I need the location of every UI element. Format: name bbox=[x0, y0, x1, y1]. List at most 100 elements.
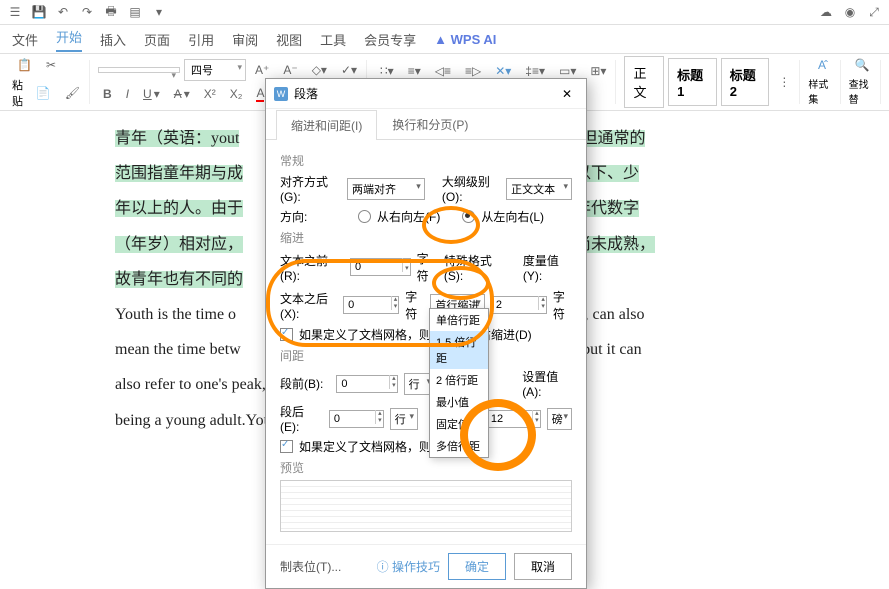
setvalue-label: 设置值(A): bbox=[522, 368, 572, 399]
tab-page[interactable]: 页面 bbox=[144, 30, 170, 49]
tab-view[interactable]: 视图 bbox=[276, 30, 302, 49]
italic-icon[interactable]: I bbox=[121, 84, 134, 104]
paragraph-dialog: W 段落 ✕ 缩进和间距(I) 换行和分页(P) 常规 对齐方式(G):两端对齐… bbox=[265, 78, 587, 589]
indent-after-input[interactable]: 0 bbox=[343, 296, 399, 314]
dropdown-option[interactable]: 单倍行距 bbox=[430, 309, 488, 331]
styleset-icon[interactable]: А̂ bbox=[818, 58, 826, 72]
cancel-button[interactable]: 取消 bbox=[514, 553, 572, 580]
align-label: 对齐方式(G): bbox=[280, 173, 341, 204]
tab-file[interactable]: 文件 bbox=[12, 30, 38, 49]
tabstop-button[interactable]: 制表位(T)... bbox=[280, 558, 341, 575]
outline-select[interactable]: 正文文本 bbox=[506, 178, 572, 200]
chars-unit: 字符 bbox=[417, 250, 438, 284]
tab-wpsai[interactable]: ▲ WPS AI bbox=[434, 32, 496, 47]
borders-icon[interactable]: ⊞▾ bbox=[585, 61, 611, 81]
preview-box bbox=[280, 480, 572, 532]
find-label: 查找替 bbox=[849, 76, 876, 106]
text-line: 故青年也有不同的 bbox=[115, 271, 243, 288]
lineheight-dropdown[interactable]: 单倍行距 1.5 倍行距 2 倍行距 最小值 固定值 多倍行距 bbox=[429, 308, 489, 458]
robot-icon[interactable]: ◉ bbox=[843, 5, 857, 19]
tab-ref[interactable]: 引用 bbox=[188, 30, 214, 49]
bold-icon[interactable]: B bbox=[98, 84, 117, 104]
dialog-tab-indent[interactable]: 缩进和间距(I) bbox=[276, 110, 377, 140]
chars-unit3: 字符 bbox=[553, 288, 572, 322]
dropdown-option[interactable]: 多倍行距 bbox=[430, 435, 488, 457]
subscript-icon[interactable]: X₂ bbox=[225, 84, 248, 104]
text-line: 范围指童年期与成 bbox=[115, 165, 243, 182]
format-painter-icon[interactable]: 🖌 bbox=[60, 83, 85, 103]
paste-label: 粘贴 bbox=[12, 77, 27, 109]
ltr-label: 从左向右(L) bbox=[481, 208, 544, 225]
outline-label: 大纲级别(O): bbox=[442, 173, 500, 204]
space-after-label: 段后(E): bbox=[280, 403, 323, 434]
space-before-label: 段前(B): bbox=[280, 375, 330, 392]
tab-start[interactable]: 开始 bbox=[56, 27, 82, 52]
ok-button[interactable]: 确定 bbox=[448, 553, 506, 580]
tab-tools[interactable]: 工具 bbox=[320, 30, 346, 49]
copy-icon[interactable]: 📄 bbox=[31, 83, 56, 103]
find-icon[interactable]: 🔍 bbox=[855, 58, 870, 72]
strike-icon[interactable]: A▾ bbox=[169, 84, 195, 104]
preview-icon[interactable]: ▤ bbox=[128, 5, 142, 19]
underline-icon[interactable]: U▾ bbox=[138, 84, 165, 104]
superscript-icon[interactable]: X² bbox=[199, 84, 221, 104]
section-spacing: 间距 bbox=[280, 347, 572, 364]
measure-input[interactable]: 2 bbox=[491, 296, 547, 314]
indent-before-label: 文本之前(R): bbox=[280, 252, 344, 283]
word-icon: W bbox=[274, 87, 288, 101]
dropdown-option[interactable]: 1.5 倍行距 bbox=[430, 331, 488, 369]
redo-icon[interactable]: ↷ bbox=[80, 5, 94, 19]
rtl-radio[interactable] bbox=[358, 210, 371, 223]
text-line: mean the time betw bbox=[115, 341, 241, 358]
styles-more-icon[interactable]: ⋮ bbox=[773, 72, 795, 92]
chars-unit2: 字符 bbox=[405, 288, 424, 322]
ltr-radio[interactable] bbox=[462, 210, 475, 223]
measure-label: 度量值(Y): bbox=[523, 252, 572, 283]
print-icon[interactable]: 🖶 bbox=[104, 5, 118, 19]
text-line: （年岁）相对应， bbox=[115, 236, 243, 253]
style-h2[interactable]: 标题 2 bbox=[721, 58, 770, 106]
grow-font-icon[interactable]: A⁺ bbox=[250, 60, 274, 80]
save-icon[interactable]: 💾 bbox=[32, 5, 46, 19]
tips-link[interactable]: ⓘ 操作技巧 bbox=[377, 558, 440, 575]
style-normal[interactable]: 正文 bbox=[624, 56, 664, 108]
paste-icon[interactable]: 📋 bbox=[12, 55, 37, 75]
text-line: 青年（英语：yout bbox=[115, 130, 239, 147]
align-select[interactable]: 两端对齐 bbox=[347, 178, 425, 200]
tab-vip[interactable]: 会员专享 bbox=[364, 30, 416, 49]
space-before-input[interactable]: 0 bbox=[336, 375, 397, 393]
dropdown-option[interactable]: 固定值 bbox=[430, 413, 488, 435]
tab-insert[interactable]: 插入 bbox=[100, 30, 126, 49]
snap-grid-checkbox[interactable] bbox=[280, 440, 293, 453]
undo-icon[interactable]: ↶ bbox=[56, 5, 70, 19]
rtl-label: 从右向左(F) bbox=[377, 208, 440, 225]
dialog-title: 段落 bbox=[294, 85, 318, 102]
setvalue-input[interactable]: 12 bbox=[486, 410, 541, 428]
title-bar: ☰ 💾 ↶ ↷ 🖶 ▤ ▾ ☁ ◉ ⤢ bbox=[0, 0, 889, 25]
expand-icon[interactable]: ⤢ bbox=[867, 5, 881, 19]
dropdown-option[interactable]: 最小值 bbox=[430, 391, 488, 413]
dropdown-option[interactable]: 2 倍行距 bbox=[430, 369, 488, 391]
style-h1[interactable]: 标题 1 bbox=[668, 58, 717, 106]
shrink-font-icon[interactable]: A⁻ bbox=[278, 60, 302, 80]
sa-unit[interactable]: 行 bbox=[390, 408, 418, 430]
setvalue-unit[interactable]: 磅 bbox=[547, 408, 572, 430]
cloud-icon[interactable]: ☁ bbox=[819, 5, 833, 19]
indent-before-input[interactable]: 0 bbox=[350, 258, 411, 276]
space-after-input[interactable]: 0 bbox=[329, 410, 384, 428]
clear-format-icon[interactable]: ◇▾ bbox=[307, 60, 332, 80]
text-line: 年以上的人。由于 bbox=[115, 200, 243, 217]
section-indent: 缩进 bbox=[280, 229, 572, 246]
cut-icon[interactable]: ✂ bbox=[41, 55, 61, 75]
dialog-tab-pagination[interactable]: 换行和分页(P) bbox=[377, 109, 483, 139]
direction-label: 方向: bbox=[280, 208, 352, 225]
auto-indent-checkbox[interactable] bbox=[280, 328, 293, 341]
font-select[interactable] bbox=[98, 67, 180, 73]
phonetic-icon[interactable]: ✓▾ bbox=[336, 60, 362, 80]
special-label: 特殊格式(S): bbox=[444, 252, 504, 283]
tab-review[interactable]: 审阅 bbox=[232, 30, 258, 49]
menu-icon[interactable]: ☰ bbox=[8, 5, 22, 19]
more-icon[interactable]: ▾ bbox=[152, 5, 166, 19]
font-size-select[interactable]: 四号 bbox=[184, 59, 246, 81]
close-icon[interactable]: ✕ bbox=[556, 87, 578, 101]
